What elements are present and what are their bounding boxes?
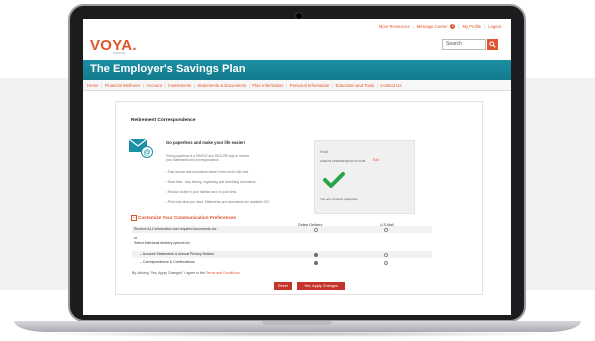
promo-bullet-text: Print only what you need. Statements and… bbox=[168, 200, 271, 204]
divider: | bbox=[484, 24, 486, 29]
promo-bullet: • Fast access that documents haven't bee… bbox=[166, 170, 249, 174]
logout-link[interactable]: Logout bbox=[488, 24, 501, 29]
promo-bullet: • Print only what you need. Statements a… bbox=[166, 200, 271, 204]
option-label-text: Account Statements & Annual Privacy Noti… bbox=[142, 252, 215, 256]
divider: | bbox=[331, 82, 333, 88]
message-center-link[interactable]: Message Center bbox=[417, 24, 448, 29]
option-label: – Account Statements & Annual Privacy No… bbox=[140, 252, 215, 256]
correspondence-online-radio[interactable] bbox=[314, 261, 318, 265]
nav-account[interactable]: Account bbox=[146, 83, 162, 88]
divider: | bbox=[193, 82, 195, 88]
email-value: AARON.LINDMAN@VOYA.COM bbox=[320, 159, 366, 163]
svg-text:@: @ bbox=[144, 150, 151, 157]
promo-bullet-text: Fast access that documents haven't been … bbox=[168, 170, 249, 174]
main-nav: Home | Financial Wellness | Account | Inves… bbox=[83, 80, 511, 91]
mail-icon: @ bbox=[128, 138, 153, 158]
nav-home[interactable]: Home bbox=[87, 83, 98, 88]
receive-all-mail-radio[interactable] bbox=[384, 228, 388, 232]
receive-all-label: Receive ALL information and required doc… bbox=[134, 227, 217, 231]
divider: | bbox=[164, 82, 166, 88]
divider: | bbox=[142, 82, 144, 88]
more-resources-link[interactable]: More Resources bbox=[379, 24, 410, 29]
promo-bullet: • Save time - stop storing, organizing a… bbox=[166, 180, 257, 184]
preferences-header[interactable]: − Customize Your Communication Preference… bbox=[131, 215, 236, 221]
nav-financial-wellness[interactable]: Financial Wellness bbox=[105, 83, 141, 88]
apply-changes-button[interactable]: Yes, Apply Changes bbox=[297, 282, 345, 290]
nav-plan-information[interactable]: Plan Information bbox=[252, 83, 283, 88]
receive-all-online-radio[interactable] bbox=[314, 228, 318, 232]
terms-link[interactable]: Terms and Conditions bbox=[206, 271, 240, 275]
search-icon bbox=[489, 41, 496, 48]
statements-mail-radio[interactable] bbox=[384, 253, 388, 257]
promo-bullet: • Reduce clutter in your mailbox and on … bbox=[166, 190, 238, 194]
checkmark-icon bbox=[323, 172, 345, 188]
correspondence-mail-radio[interactable] bbox=[384, 261, 388, 265]
divider: | bbox=[100, 82, 103, 88]
search-button[interactable] bbox=[487, 39, 498, 50]
reset-button[interactable]: Reset bbox=[274, 282, 292, 290]
divider: | bbox=[248, 82, 250, 88]
select-individual-label: Select individual delivery options for: bbox=[134, 241, 191, 245]
my-profile-link[interactable]: My Profile bbox=[462, 24, 481, 29]
promo-intro-line: your statements and correspondence. bbox=[166, 158, 220, 162]
plan-title-bar: The Employer's Savings Plan bbox=[83, 60, 511, 80]
option-label: – Correspondence & Confirmations bbox=[140, 260, 195, 264]
search-input[interactable]: Search bbox=[442, 39, 486, 50]
laptop-shadow bbox=[30, 331, 565, 337]
divider: | bbox=[286, 82, 288, 88]
promo-heading: Go paperless and make your life easier! bbox=[166, 140, 246, 145]
promo-bullet-text: Save time - stop storing, organizing and… bbox=[168, 180, 257, 184]
agreement-prefix: By clicking "Yes, Apply Changes" I agree… bbox=[132, 271, 205, 275]
nav-statements-documents[interactable]: Statements & Documents bbox=[197, 83, 246, 88]
edit-email-link[interactable]: Edit bbox=[373, 158, 379, 162]
divider: | bbox=[412, 24, 414, 29]
promo-bullet-text: Reduce clutter in your mailbox and on yo… bbox=[168, 190, 238, 194]
laptop-notch bbox=[262, 321, 332, 325]
preferences-header-text: Customize Your Communication Preferences bbox=[138, 215, 237, 220]
agreement-text: By clicking "Yes, Apply Changes" I agree… bbox=[132, 271, 240, 275]
nav-personal-information[interactable]: Personal Information bbox=[290, 83, 330, 88]
nav-contact-us[interactable]: Contact Us bbox=[380, 83, 401, 88]
email-label: Email bbox=[320, 150, 328, 154]
divider: | bbox=[458, 24, 460, 29]
or-label: or bbox=[134, 236, 138, 240]
message-count-badge: 2 bbox=[450, 24, 456, 29]
paperless-status-text: You are currently paperless bbox=[320, 197, 358, 201]
plan-title: The Employer's Savings Plan bbox=[90, 63, 246, 75]
option-label-text: Correspondence & Confirmations bbox=[142, 260, 195, 264]
utility-bar: More Resources | Message Center 2 | My P… bbox=[379, 24, 501, 29]
statements-online-radio[interactable] bbox=[314, 253, 318, 257]
nav-education-tools[interactable]: Education and Tools bbox=[335, 83, 374, 88]
section-title: Retirement Correspondence bbox=[131, 118, 196, 123]
nav-investments[interactable]: Investments bbox=[168, 83, 191, 88]
divider: | bbox=[376, 82, 378, 88]
voya-logo-sub: FINANCIAL bbox=[113, 52, 126, 55]
minus-square-icon: − bbox=[131, 215, 137, 221]
